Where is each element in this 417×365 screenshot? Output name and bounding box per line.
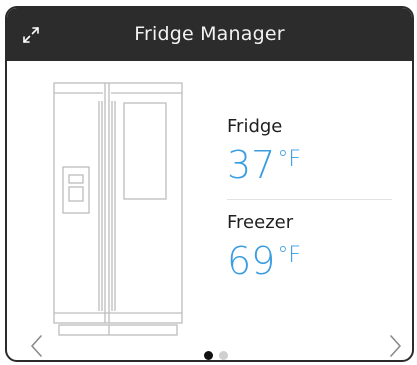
- page-indicator: [204, 345, 234, 360]
- freezer-section[interactable]: Freezer 69°F: [227, 212, 392, 283]
- card-title: Fridge Manager: [134, 23, 285, 45]
- temperature-readings: Fridge 37°F Freezer 69°F: [227, 116, 392, 283]
- freezer-temperature-value: 69: [227, 239, 276, 283]
- chevron-right-icon[interactable]: [384, 333, 406, 359]
- section-divider: [227, 199, 392, 200]
- refrigerator-icon: [53, 82, 183, 336]
- freezer-temperature-unit: °F: [277, 243, 302, 268]
- freezer-temperature: 69°F: [227, 234, 392, 283]
- chevron-left-icon[interactable]: [26, 333, 48, 359]
- fridge-temperature-value: 37: [227, 143, 276, 187]
- fridge-label: Fridge: [227, 116, 283, 137]
- card-header: Fridge Manager: [7, 8, 412, 61]
- freezer-label: Freezer: [227, 212, 294, 233]
- page-dot-2[interactable]: [219, 351, 228, 360]
- fridge-temperature: 37°F: [227, 138, 392, 187]
- fridge-section[interactable]: Fridge 37°F: [227, 116, 392, 187]
- fridge-temperature-unit: °F: [277, 147, 302, 172]
- fridge-manager-card: Fridge Manager Fridge 37°F Freezer 69°F: [5, 6, 414, 362]
- page-dot-1[interactable]: [204, 351, 213, 360]
